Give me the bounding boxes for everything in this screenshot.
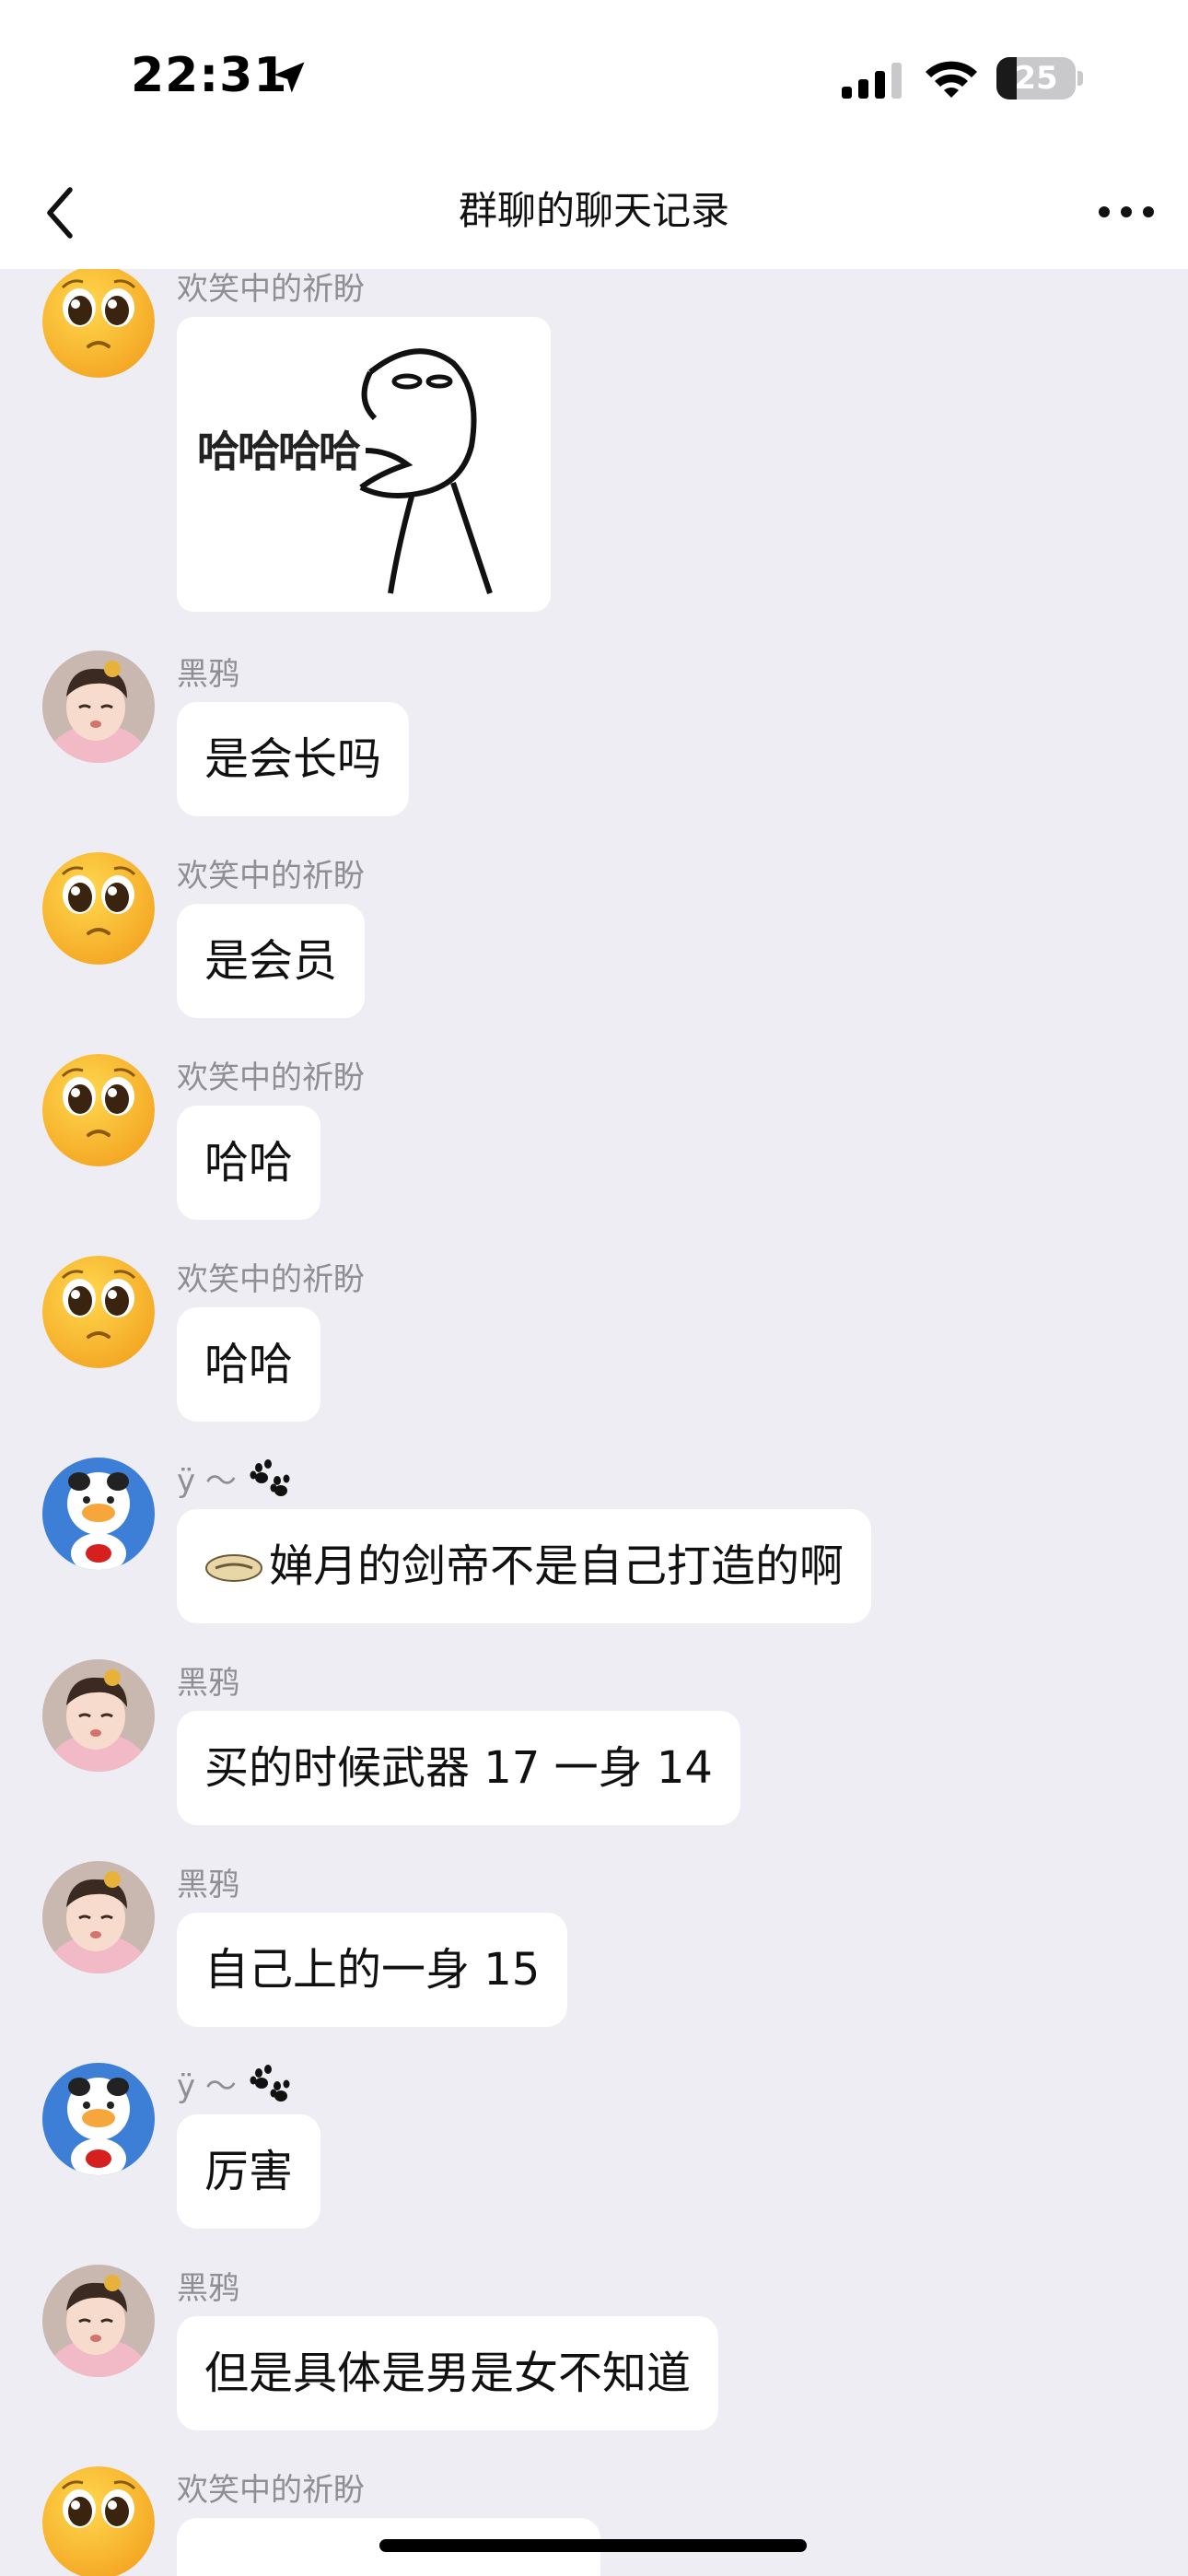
message-bubble[interactable]: 哈哈 (177, 1106, 321, 1220)
sender-name-text: ÿ ～ (177, 2068, 237, 2105)
pleading-face-emoji-icon (42, 269, 155, 378)
message-bubble[interactable]: 是会员 (177, 904, 366, 1018)
baby-photo-icon (42, 2265, 155, 2377)
message-bubble[interactable]: 但是具体是男是女不知道 (177, 2316, 719, 2430)
avatar[interactable] (42, 852, 155, 965)
avatar[interactable] (42, 1861, 155, 1973)
paw-prints-icon (250, 2065, 290, 2102)
baby-photo-icon (42, 1659, 155, 1772)
navigation-bar: 群聊的聊天记录 (0, 157, 1188, 269)
sender-name: 黑鸦 (177, 656, 239, 693)
page-title: 群聊的聊天记录 (458, 188, 729, 233)
laughing-doodle-icon (359, 348, 493, 594)
sender-name: 黑鸦 (177, 2270, 239, 2307)
duck-plush-photo-icon (42, 2063, 155, 2175)
cellular-signal-icon (842, 63, 902, 99)
avatar[interactable] (42, 1256, 155, 1368)
baby-photo-icon (42, 650, 155, 763)
message-bubble[interactable]: 厉害 (177, 2114, 321, 2229)
sender-name: 欢笑中的祈盼 (177, 858, 365, 895)
pleading-face-emoji-icon (42, 2466, 155, 2576)
ellipsis-icon[interactable] (1096, 193, 1157, 230)
location-arrow-icon (274, 62, 305, 93)
chat-history[interactable]: 欢笑中的祈盼 哈哈哈哈 黑鸦 是会长吗 欢笑中的祈盼 是会员 欢笑中的祈盼 哈哈… (0, 269, 1188, 2576)
sender-name: 欢笑中的祈盼 (177, 1261, 365, 1298)
chevron-left-icon[interactable] (37, 181, 83, 245)
message-bubble[interactable]: 婵月的剑帝不是自己打造的啊 (177, 1509, 872, 1623)
sender-name: 黑鸦 (177, 1867, 239, 1903)
avatar[interactable] (42, 1659, 155, 1772)
paw-prints-icon (250, 1459, 290, 1496)
message-bubble[interactable]: 自己上的一身 15 (177, 1913, 568, 2027)
status-time: 22:31 (131, 48, 288, 103)
message-text: 婵月的剑帝不是自己打造的啊 (269, 1540, 844, 1592)
message-bubble[interactable]: 是会长吗 (177, 702, 410, 816)
duck-plush-photo-icon (42, 1458, 155, 1570)
wifi-icon (926, 61, 977, 98)
avatar[interactable] (42, 650, 155, 763)
sender-name: 欢笑中的祈盼 (177, 271, 365, 308)
battery-indicator: 25 (996, 57, 1083, 100)
sticker-image[interactable]: 哈哈哈哈 (177, 317, 551, 612)
sender-name: 欢笑中的祈盼 (177, 1060, 365, 1096)
avatar[interactable] (42, 2063, 155, 2175)
battery-level: 25 (1014, 60, 1058, 97)
pleading-face-emoji-icon (42, 1256, 155, 1368)
pleading-face-emoji-icon (42, 852, 155, 965)
avatar[interactable] (42, 1458, 155, 1570)
sender-name: 黑鸦 (177, 1665, 239, 1702)
message-bubble[interactable]: 哈哈 (177, 1307, 321, 1422)
sender-name-text: ÿ ～ (177, 1463, 237, 1500)
sender-name: ÿ ～ (177, 1456, 292, 1501)
message-bubble[interactable]: 买的时候武器 17 一身 14 (177, 1711, 740, 1825)
baby-photo-icon (42, 1861, 155, 1973)
sender-name: 欢笑中的祈盼 (177, 2472, 365, 2509)
avatar[interactable] (42, 1054, 155, 1166)
home-indicator[interactable] (379, 2539, 807, 2552)
emoji-icon (205, 1554, 262, 1582)
avatar[interactable] (42, 269, 155, 378)
pleading-face-emoji-icon (42, 1054, 155, 1166)
status-bar: 22:31 25 (0, 0, 1188, 157)
avatar[interactable] (42, 2466, 155, 2576)
sender-name: ÿ ～ (177, 2061, 292, 2106)
avatar[interactable] (42, 2265, 155, 2377)
